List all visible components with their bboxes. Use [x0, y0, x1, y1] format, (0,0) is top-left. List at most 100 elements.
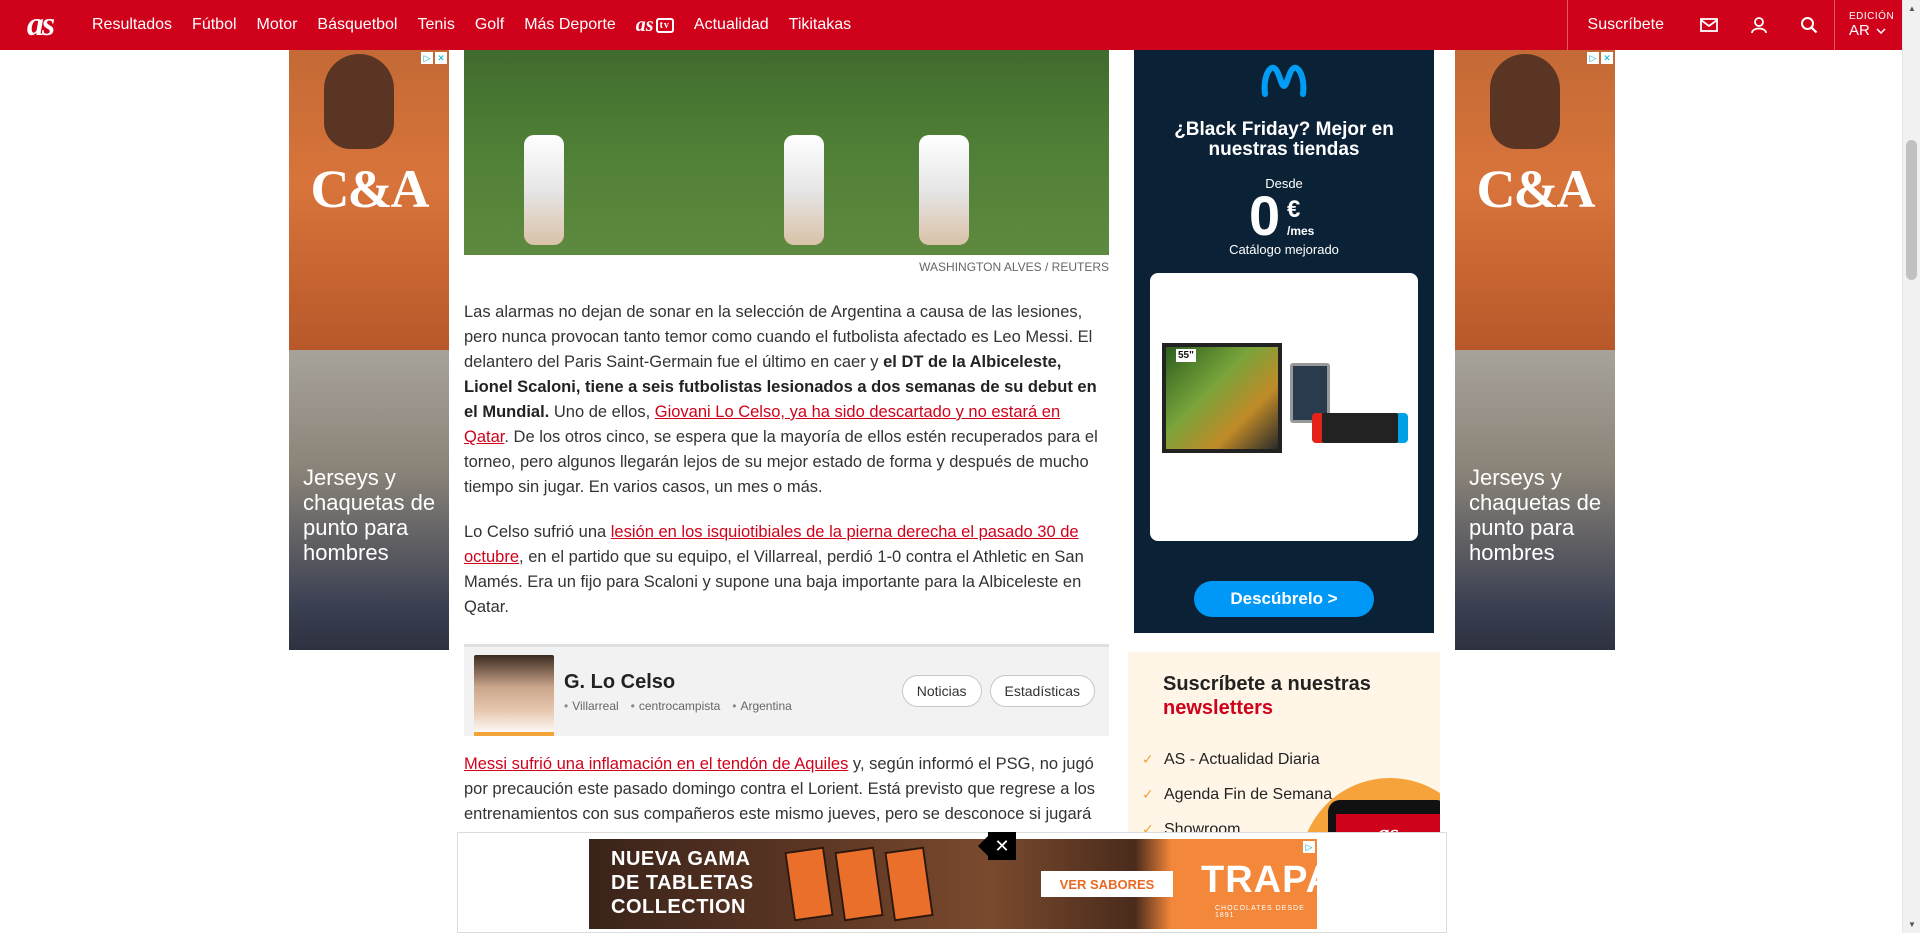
adchoices-icon[interactable]: ▷: [421, 52, 433, 64]
discover-button[interactable]: Descúbrelo >: [1194, 581, 1374, 617]
newsletter-list: ✓ AS - Actualidad Diaria ✓ Agenda Fin de S…: [1142, 742, 1332, 842]
as-tv-logo-text: as: [635, 13, 654, 36]
ad-model-face: [1490, 54, 1560, 149]
as-logo[interactable]: as: [14, 0, 66, 50]
player-card: G. Lo Celso Villarreal centrocampista Ar…: [464, 644, 1109, 736]
edition-value: AR: [1849, 22, 1870, 39]
newsletter-item-label: Agenda Fin de Semana: [1164, 785, 1333, 803]
newsletter-title-line1: Suscríbete a nuestras: [1163, 673, 1371, 695]
article-paragraph: Las alarmas no dejan de sonar en la sele…: [464, 300, 1109, 500]
player-photo-bar: [474, 732, 554, 736]
article-paragraph: Messi sufrió una inflamación en el tendó…: [464, 752, 1109, 827]
newsletter-item[interactable]: ✓ Agenda Fin de Semana: [1142, 777, 1332, 812]
movistar-logo-icon: [1261, 64, 1307, 97]
newsletter-item[interactable]: ✓ AS - Actualidad Diaria: [1142, 742, 1332, 777]
ad-headline-line3: COLLECTION: [611, 896, 746, 918]
player-position: centrocampista: [631, 699, 720, 713]
ad-price: 0: [1249, 184, 1281, 247]
ad-close-icon[interactable]: ✕: [435, 52, 447, 64]
nav-item-motor[interactable]: Motor: [257, 16, 298, 34]
page-scrollbar[interactable]: ▲ ▼: [1902, 0, 1920, 933]
ad-model-face: [324, 54, 394, 149]
article-body: Las alarmas no dejan de sonar en la sele…: [464, 300, 1109, 640]
nav-item-actualidad[interactable]: Actualidad: [694, 16, 769, 34]
main-nav: Resultados Fútbol Motor Básquetbol Tenis…: [92, 0, 871, 50]
ad-currency: €: [1287, 196, 1301, 223]
paragraph-text: , en el partido que su equipo, el Villar…: [464, 548, 1084, 616]
trapa-ad-banner[interactable]: NUEVA GAMA DE TABLETAS COLLECTION VER SA…: [589, 839, 1317, 929]
right-side-ad[interactable]: C&A Jerseys y chaquetas de punto para ho…: [1455, 50, 1615, 650]
photo-player: [524, 135, 564, 245]
search-icon[interactable]: [1784, 0, 1834, 50]
check-icon: ✓: [1142, 751, 1154, 767]
ca-logo: C&A: [1476, 159, 1596, 219]
nav-item-mas-deporte[interactable]: Más Deporte: [524, 16, 616, 34]
edition-selector[interactable]: EDICIÓN AR: [1834, 0, 1902, 50]
ad-sweater-image: Jerseys y chaquetas de punto para hombre…: [1455, 350, 1615, 650]
ca-logo: C&A: [310, 159, 430, 219]
photo-player: [784, 135, 824, 245]
ad-close-icon[interactable]: ✕: [1601, 52, 1613, 64]
user-icon[interactable]: [1734, 0, 1784, 50]
trapa-sub: CHOCOLATES DESDE 1891: [1215, 905, 1305, 919]
edition-label: EDICIÓN: [1849, 11, 1895, 22]
adchoices[interactable]: ▷ ✕: [1587, 52, 1613, 64]
nav-item-futbol[interactable]: Fútbol: [192, 16, 236, 34]
nav-item-tikitakas[interactable]: Tikitakas: [789, 16, 852, 34]
nav-item-as-tv[interactable]: as tv: [636, 14, 674, 37]
chocolate-bar: [784, 846, 834, 922]
ad-sweater-image: Jerseys y chaquetas de punto para hombre…: [289, 350, 449, 650]
player-photo[interactable]: [474, 655, 554, 735]
top-navbar: as Resultados Fútbol Motor Básquetbol Te…: [0, 0, 1902, 50]
ad-desde: Desde: [1265, 176, 1303, 191]
close-icon[interactable]: ✕: [978, 832, 1016, 860]
bottom-sticky-ad: NUEVA GAMA DE TABLETAS COLLECTION VER SA…: [457, 832, 1447, 933]
tv-size-label: 55": [1176, 349, 1196, 362]
check-icon: ✓: [1142, 786, 1154, 802]
player-team: Villarreal: [564, 699, 618, 713]
trapa-logo: TRAPA: [1201, 859, 1317, 901]
ad-headline: NUEVA GAMA DE TABLETAS COLLECTION: [611, 847, 754, 919]
left-side-ad[interactable]: C&A Jerseys y chaquetas de punto para ho…: [289, 50, 449, 650]
movistar-ad[interactable]: ¿Black Friday? Mejor en nuestras tiendas…: [1134, 50, 1434, 633]
newsletter-item-label: AS - Actualidad Diaria: [1164, 750, 1320, 768]
ad-tagline: Jerseys y chaquetas de punto para hombre…: [1469, 465, 1602, 565]
nav-right-group: Suscríbete EDICIÓN AR: [1566, 0, 1902, 50]
ad-headline-line1: ¿Black Friday? Mejor en: [1174, 119, 1394, 140]
newsletter-box: Suscríbete a nuestras newsletters ✓ AS - …: [1128, 652, 1440, 842]
article-paragraph: Lo Celso sufrió una lesión en los isquio…: [464, 520, 1109, 620]
ad-tagline: Jerseys y chaquetas de punto para hombre…: [303, 465, 436, 565]
edition-value-row: AR: [1849, 22, 1902, 39]
adchoices-icon[interactable]: ▷: [1303, 841, 1315, 853]
nav-item-resultados[interactable]: Resultados: [92, 16, 172, 34]
mail-icon[interactable]: [1684, 0, 1734, 50]
nav-item-golf[interactable]: Golf: [475, 16, 504, 34]
see-flavors-button[interactable]: VER SABORES: [1041, 871, 1173, 897]
nav-item-basquetbol[interactable]: Básquetbol: [317, 16, 397, 34]
player-country: Argentina: [732, 699, 791, 713]
stats-button[interactable]: Estadísticas: [989, 675, 1095, 707]
subscribe-link[interactable]: Suscríbete: [1566, 0, 1684, 50]
adchoices-icon[interactable]: ▷: [1587, 52, 1599, 64]
chocolate-bar: [884, 846, 934, 922]
ad-headline-line2: DE TABLETAS: [611, 872, 754, 894]
scroll-up-icon[interactable]: ▲: [1903, 0, 1920, 17]
ad-products-image: 55": [1150, 273, 1418, 541]
scroll-down-icon[interactable]: ▼: [1903, 916, 1920, 933]
ad-headline: ¿Black Friday? Mejor en nuestras tiendas: [1134, 120, 1434, 160]
paragraph-text: . De los otros cinco, se espera que la m…: [464, 428, 1098, 496]
ad-headline-line2: nuestras tiendas: [1208, 139, 1360, 160]
photo-credit: WASHINGTON ALVES / REUTERS: [919, 260, 1109, 274]
player-meta: Villarreal centrocampista Argentina: [564, 699, 792, 713]
nav-item-tenis[interactable]: Tenis: [417, 16, 454, 34]
ad-model-image: C&A: [289, 50, 449, 350]
scroll-thumb[interactable]: [1906, 140, 1917, 280]
news-button[interactable]: Noticias: [901, 675, 982, 707]
article-link[interactable]: Messi sufrió una inflamación en el tendó…: [464, 755, 848, 773]
player-name[interactable]: G. Lo Celso: [564, 671, 675, 694]
console-product: [1312, 413, 1408, 443]
chevron-down-icon: [1876, 27, 1886, 34]
chocolate-bar: [834, 846, 884, 922]
newsletter-title: Suscríbete a nuestras newsletters: [1163, 672, 1371, 720]
adchoices[interactable]: ▷ ✕: [421, 52, 447, 64]
